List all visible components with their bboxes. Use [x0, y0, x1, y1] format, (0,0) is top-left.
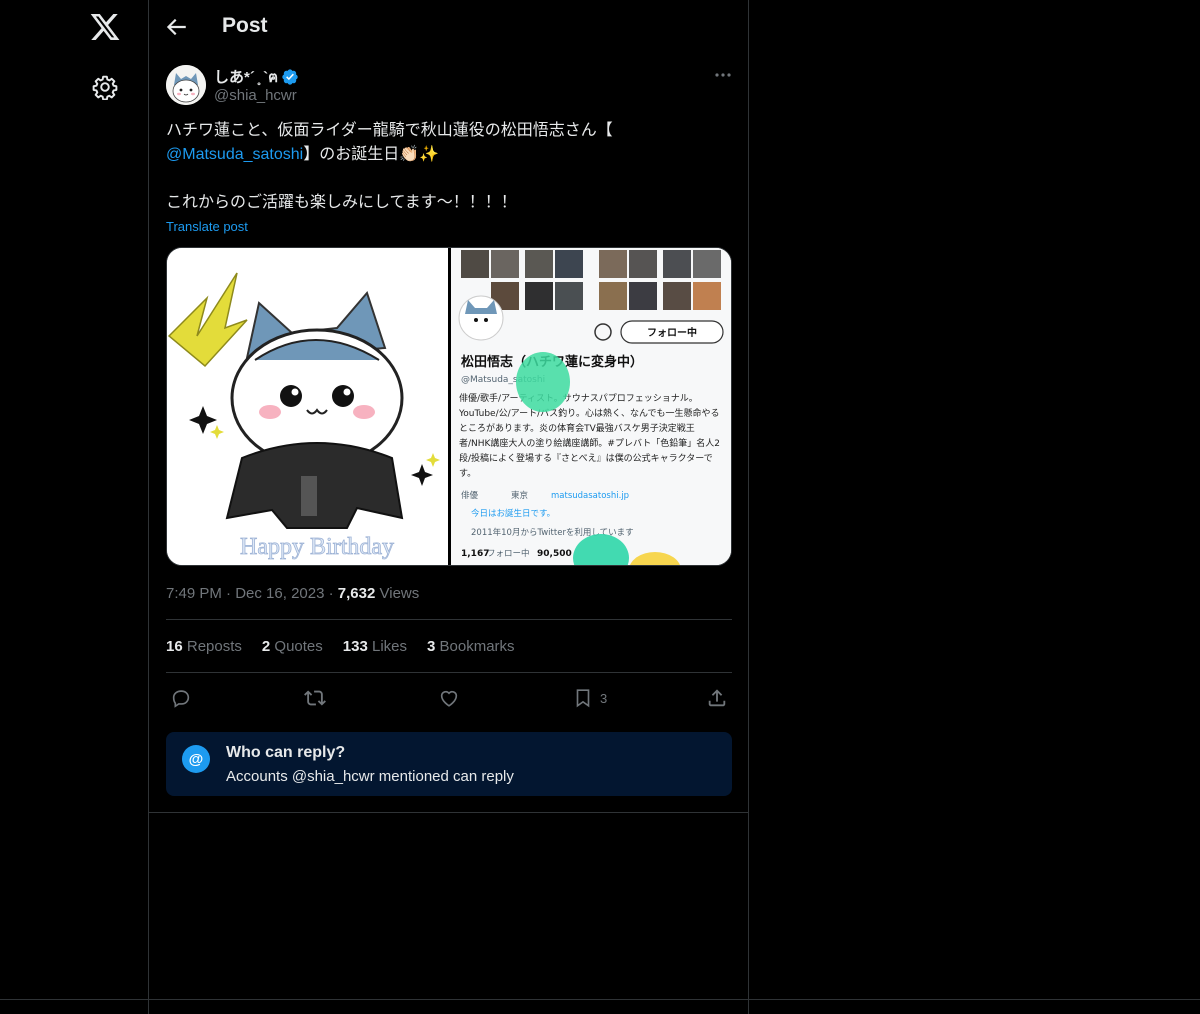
author-handle[interactable]: @shia_hcwr — [214, 87, 297, 104]
bookmarks-stat[interactable]: 3 Bookmarks — [427, 638, 515, 655]
divider — [149, 812, 748, 813]
profile-birthday: 今日はお誕生日です。 — [471, 508, 555, 519]
divider — [166, 672, 732, 673]
profile-followers-count: 90,500 — [537, 549, 572, 559]
tweet-text-line3: これからのご活躍も楽しみにしてます〜！！！！ — [166, 194, 517, 211]
profile-link: matsudasatoshi.jp — [551, 491, 629, 501]
share-icon — [708, 689, 726, 707]
translate-post-link[interactable]: Translate post — [166, 219, 248, 234]
reposts-stat[interactable]: 16 Reposts — [166, 638, 242, 655]
avatar-image — [166, 65, 206, 105]
bookmark-count: 3 — [600, 690, 608, 706]
media-image-right[interactable]: フォロー中 松田悟志（ハチワ蓮に変身中） @Matsuda_satoshi 俳優… — [451, 248, 731, 565]
page-header: Post — [149, 0, 748, 54]
tweet-media[interactable]: Happy Birthday フォロー中 @Matsuda_satoshi 俳優… — [166, 247, 732, 566]
post-meta: 7:49 PM · Dec 16, 2023 · 7,632 Views — [166, 585, 419, 602]
meta-separator: · — [226, 585, 232, 602]
balloon-shape — [516, 352, 570, 412]
reply-restriction-notice: @ Who can reply? Accounts @shia_hcwr men… — [166, 732, 732, 796]
left-rail — [0, 0, 149, 1014]
author-name-text: しあ*´ ̥̥ `ฅ — [214, 69, 279, 86]
main-column: Post しあ*´ ̥̥ `ฅ @shia_hcwr ハチワ蓮こと、仮面ライダー… — [149, 0, 749, 1014]
at-icon: @ — [182, 745, 210, 773]
divider — [166, 619, 732, 620]
action-bar: 3 — [166, 685, 732, 711]
reply-button[interactable] — [170, 685, 192, 711]
likes-stat[interactable]: 133 Likes — [343, 638, 407, 655]
tweet-text-line2: 】のお誕生日👏🏻✨ — [303, 146, 440, 163]
profile-bio: 俳優/歌手/アーティスト。サウナスパプロフェッショナル。YouTube/公/アー… — [459, 394, 720, 479]
media-image-left[interactable]: Happy Birthday — [167, 248, 448, 565]
profile-meta-location: 東京 — [511, 490, 528, 501]
reply-restriction-title: Who can reply? — [226, 744, 346, 761]
views-label: Views — [379, 585, 420, 602]
avatar[interactable] — [166, 65, 206, 105]
verified-badge-icon — [282, 69, 298, 85]
hachiware-illustration: Happy Birthday — [167, 272, 440, 560]
divider — [0, 999, 1200, 1000]
like-icon — [440, 690, 458, 707]
gear-icon[interactable] — [92, 74, 118, 100]
profile-following-label: フォロー中 — [487, 548, 530, 559]
bookmark-icon — [576, 689, 590, 708]
follow-button-label: フォロー中 — [647, 326, 697, 339]
repost-button[interactable] — [304, 685, 326, 711]
page-title: Post — [222, 14, 268, 37]
post-date[interactable]: Dec 16, 2023 — [235, 585, 324, 602]
like-button[interactable] — [438, 685, 460, 711]
quotes-stat[interactable]: 2 Quotes — [262, 638, 323, 655]
media-caption: Happy Birthday — [240, 534, 394, 560]
tweet-text-line1: ハチワ蓮こと、仮面ライダー龍騎で秋山蓮役の松田悟志さん【 — [166, 122, 613, 139]
author-display-name[interactable]: しあ*´ ̥̥ `ฅ — [214, 65, 299, 89]
x-logo-icon[interactable] — [89, 11, 121, 43]
mention-link[interactable]: @Matsuda_satoshi — [166, 146, 303, 163]
reply-icon — [172, 690, 190, 708]
views-count: 7,632 — [337, 585, 376, 602]
meta-separator: · — [328, 585, 334, 602]
engagement-stats: 16 Reposts 2 Quotes 133 Likes 3 Bookmark… — [166, 638, 515, 655]
profile-screenshot: フォロー中 松田悟志（ハチワ蓮に変身中） @Matsuda_satoshi 俳優… — [451, 248, 731, 565]
share-button[interactable] — [706, 685, 728, 711]
bookmark-button[interactable]: 3 — [572, 685, 607, 711]
profile-following-count: 1,167 — [461, 549, 489, 559]
reply-restriction-subtitle: Accounts @shia_hcwr mentioned can reply — [226, 768, 514, 785]
post-time[interactable]: 7:49 PM — [166, 585, 222, 602]
profile-meta-occupation: 俳優 — [461, 490, 479, 501]
tweet-text: ハチワ蓮こと、仮面ライダー龍騎で秋山蓮役の松田悟志さん【 @Matsuda_sa… — [166, 119, 732, 215]
more-icon[interactable] — [712, 68, 734, 82]
repost-icon — [304, 690, 326, 706]
back-arrow-icon[interactable] — [163, 14, 189, 40]
